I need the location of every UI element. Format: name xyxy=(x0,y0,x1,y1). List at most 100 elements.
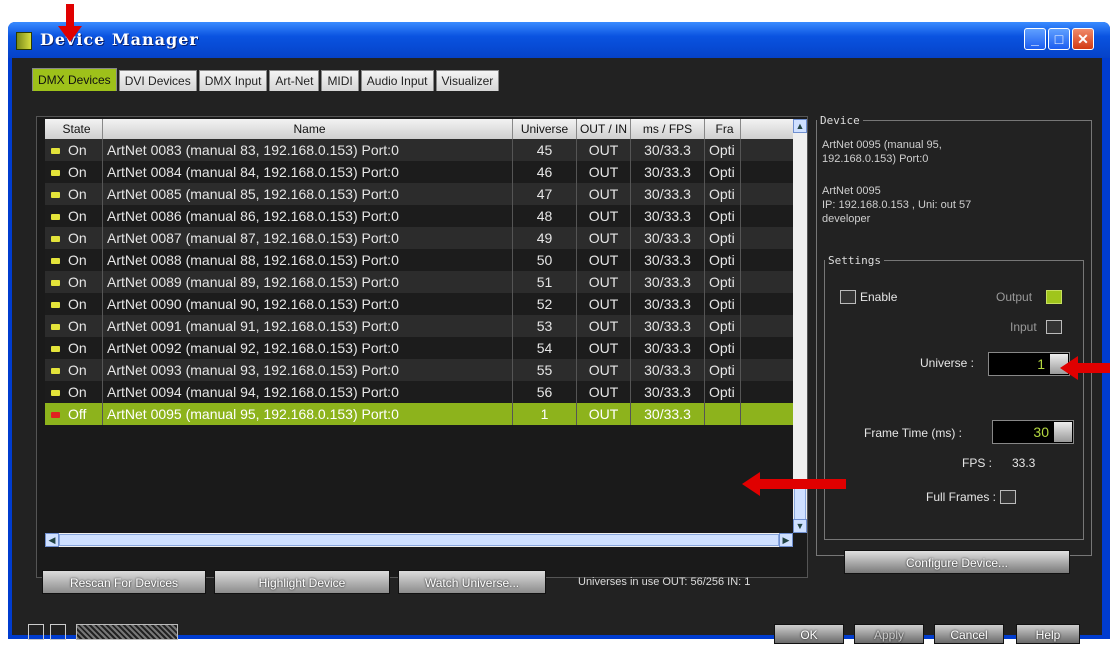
hscroll-thumb[interactable] xyxy=(59,534,779,546)
status-pattern xyxy=(76,624,178,640)
frame-cell: Opti xyxy=(705,293,741,315)
scroll-up-icon[interactable]: ▲ xyxy=(793,119,807,133)
out-in-cell: OUT xyxy=(577,183,631,205)
enable-checkbox[interactable] xyxy=(840,290,856,304)
help-button[interactable]: Help xyxy=(1016,624,1080,644)
frame-time-spinner[interactable]: 30 xyxy=(992,420,1074,444)
state-cell: On xyxy=(45,359,103,381)
title-bar[interactable]: Device Manager _ □ ✕ xyxy=(8,22,1110,58)
col-frame[interactable]: Fra xyxy=(705,119,741,139)
ms-fps-cell: 30/33.3 xyxy=(631,403,705,425)
status-led-icon xyxy=(51,258,60,265)
device-line-3: ArtNet 0095 xyxy=(822,185,881,197)
input-checkbox[interactable] xyxy=(1046,320,1062,334)
maximize-button[interactable]: □ xyxy=(1048,28,1070,50)
ms-fps-cell: 30/33.3 xyxy=(631,271,705,293)
horizontal-scrollbar[interactable]: ◀ ▶ xyxy=(45,533,793,547)
universe-cell: 50 xyxy=(513,249,577,271)
universe-cell: 53 xyxy=(513,315,577,337)
name-cell: ArtNet 0088 (manual 88, 192.168.0.153) P… xyxy=(103,249,513,271)
status-led-icon xyxy=(51,346,60,353)
universe-cell: 55 xyxy=(513,359,577,381)
frame-cell xyxy=(705,403,741,425)
table-row[interactable]: Off ArtNet 0095 (manual 95, 192.168.0.153… xyxy=(45,403,793,425)
status-led-icon xyxy=(51,412,60,419)
tab-audio-input[interactable]: Audio Input xyxy=(360,70,434,91)
state-cell: On xyxy=(45,161,103,183)
tab-visualizer[interactable]: Visualizer xyxy=(435,70,500,91)
scroll-left-icon[interactable]: ◀ xyxy=(45,533,59,547)
name-cell: ArtNet 0087 (manual 87, 192.168.0.153) P… xyxy=(103,227,513,249)
status-led-icon xyxy=(51,302,60,309)
minimize-button[interactable]: _ xyxy=(1024,28,1046,50)
table-row[interactable]: On ArtNet 0092 (manual 92, 192.168.0.153)… xyxy=(45,337,793,359)
universe-cell: 56 xyxy=(513,381,577,403)
table-row[interactable]: On ArtNet 0094 (manual 94, 192.168.0.153)… xyxy=(45,381,793,403)
ms-fps-cell: 30/33.3 xyxy=(631,315,705,337)
frame-cell: Opti xyxy=(705,337,741,359)
state-text: On xyxy=(68,186,87,202)
cancel-button[interactable]: Cancel xyxy=(934,624,1004,644)
col-universe[interactable]: Universe xyxy=(513,119,577,139)
scroll-down-icon[interactable]: ▼ xyxy=(793,519,807,533)
state-text: On xyxy=(68,362,87,378)
save-icon[interactable] xyxy=(50,624,66,640)
full-frames-checkbox[interactable] xyxy=(1000,490,1016,504)
out-in-cell: OUT xyxy=(577,381,631,403)
col-name[interactable]: Name xyxy=(103,119,513,139)
table-row[interactable]: On ArtNet 0085 (manual 85, 192.168.0.153)… xyxy=(45,183,793,205)
table-row[interactable]: On ArtNet 0086 (manual 86, 192.168.0.153)… xyxy=(45,205,793,227)
tab-bar: DMX Devices DVI Devices DMX Input Art-Ne… xyxy=(32,68,501,92)
app-icon xyxy=(16,32,32,50)
table-row[interactable]: On ArtNet 0084 (manual 84, 192.168.0.153)… xyxy=(45,161,793,183)
highlight-device-button[interactable]: Highlight Device xyxy=(214,570,390,594)
apply-button[interactable]: Apply xyxy=(854,624,924,644)
state-cell: Off xyxy=(45,403,103,425)
state-text: On xyxy=(68,142,87,158)
scroll-right-icon[interactable]: ▶ xyxy=(779,533,793,547)
frame-cell: Opti xyxy=(705,359,741,381)
close-button[interactable]: ✕ xyxy=(1072,28,1094,50)
arrow-head xyxy=(742,472,760,496)
watch-universe-button[interactable]: Watch Universe... xyxy=(398,570,546,594)
out-in-cell: OUT xyxy=(577,359,631,381)
col-state[interactable]: State xyxy=(45,119,103,139)
universe-cell: 51 xyxy=(513,271,577,293)
ms-fps-cell: 30/33.3 xyxy=(631,249,705,271)
configure-device-button[interactable]: Configure Device... xyxy=(844,550,1070,574)
table-row[interactable]: On ArtNet 0091 (manual 91, 192.168.0.153)… xyxy=(45,315,793,337)
tab-dvi-devices[interactable]: DVI Devices xyxy=(118,70,197,91)
tab-dmx-input[interactable]: DMX Input xyxy=(198,70,268,91)
tab-dmx-devices[interactable]: DMX Devices xyxy=(32,68,117,91)
ok-button[interactable]: OK xyxy=(774,624,844,644)
status-led-icon xyxy=(51,390,60,397)
output-checkbox[interactable] xyxy=(1046,290,1062,304)
device-legend: Device xyxy=(820,114,860,127)
table-row[interactable]: On ArtNet 0087 (manual 87, 192.168.0.153)… xyxy=(45,227,793,249)
name-cell: ArtNet 0093 (manual 93, 192.168.0.153) P… xyxy=(103,359,513,381)
rescan-button[interactable]: Rescan For Devices xyxy=(42,570,206,594)
tab-midi[interactable]: MIDI xyxy=(321,70,359,91)
tab-art-net[interactable]: Art-Net xyxy=(269,70,320,91)
status-led-icon xyxy=(51,170,60,177)
name-cell: ArtNet 0084 (manual 84, 192.168.0.153) P… xyxy=(103,161,513,183)
col-out-in[interactable]: OUT / IN xyxy=(577,119,631,139)
frame-time-value: 30 xyxy=(1033,424,1049,440)
table-row[interactable]: On ArtNet 0090 (manual 90, 192.168.0.153)… xyxy=(45,293,793,315)
table-row[interactable]: On ArtNet 0083 (manual 83, 192.168.0.153)… xyxy=(45,139,793,161)
frame-cell: Opti xyxy=(705,205,741,227)
table-row[interactable]: On ArtNet 0089 (manual 89, 192.168.0.153)… xyxy=(45,271,793,293)
vertical-scrollbar[interactable]: ▲ ▼ xyxy=(793,119,807,533)
universe-cell: 52 xyxy=(513,293,577,315)
name-cell: ArtNet 0089 (manual 89, 192.168.0.153) P… xyxy=(103,271,513,293)
table-row[interactable]: On ArtNet 0093 (manual 93, 192.168.0.153)… xyxy=(45,359,793,381)
open-folder-icon[interactable] xyxy=(28,624,44,640)
out-in-cell: OUT xyxy=(577,205,631,227)
table-row[interactable]: On ArtNet 0088 (manual 88, 192.168.0.153)… xyxy=(45,249,793,271)
ms-fps-cell: 30/33.3 xyxy=(631,183,705,205)
fps-value: 33.3 xyxy=(1012,456,1036,470)
spinner-arrows-icon[interactable] xyxy=(1054,422,1072,442)
universe-spinner[interactable]: 1 xyxy=(988,352,1070,376)
state-cell: On xyxy=(45,315,103,337)
col-ms-fps[interactable]: ms / FPS xyxy=(631,119,705,139)
